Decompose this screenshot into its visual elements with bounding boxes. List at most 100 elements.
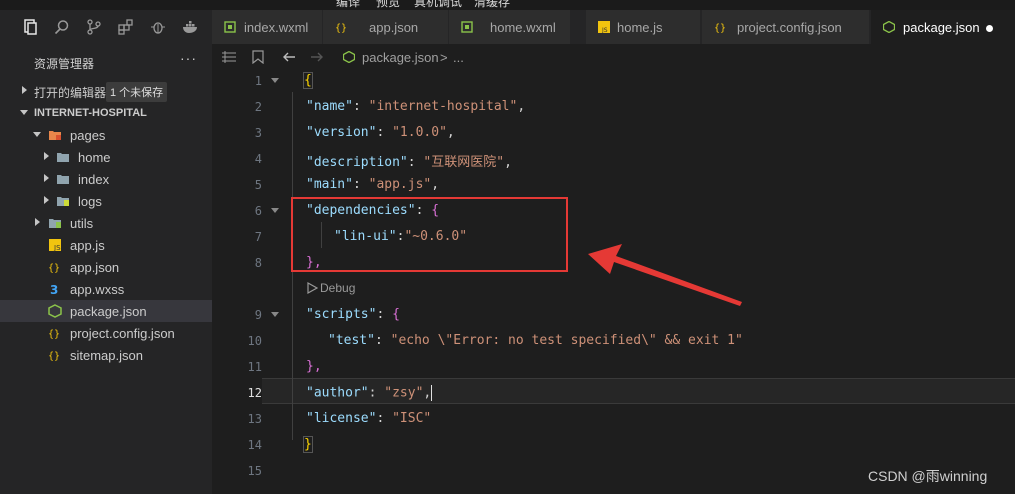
tree-label: app.js bbox=[70, 238, 105, 253]
activity-bar bbox=[0, 10, 212, 44]
chevron-right-icon bbox=[44, 196, 49, 204]
svg-text:{}: {} bbox=[714, 23, 726, 33]
tab-label: app.json bbox=[369, 20, 419, 35]
docker-icon[interactable] bbox=[182, 19, 200, 35]
tree-item-index[interactable]: index bbox=[0, 168, 212, 190]
tree-item-pages[interactable]: pages bbox=[0, 124, 212, 146]
code-line-13: "license": "ISC" bbox=[306, 411, 432, 426]
menu-compile[interactable]: 编译 bbox=[336, 0, 360, 10]
code-line-1: { bbox=[303, 72, 313, 89]
svg-text:{}: {} bbox=[48, 329, 60, 340]
nodejs-file-icon bbox=[48, 304, 62, 318]
breadcrumb-separator: > bbox=[440, 50, 448, 65]
menu-clear-cache[interactable]: 清缓存 bbox=[474, 0, 510, 10]
breadcrumb-more[interactable]: ... bbox=[453, 50, 464, 65]
open-editors-section[interactable]: 打开的编辑器 1 个未保存 bbox=[0, 80, 212, 102]
json-file-icon: {} bbox=[48, 329, 60, 340]
extensions-icon[interactable] bbox=[118, 19, 134, 35]
line-number: 7 bbox=[254, 230, 262, 244]
chevron-right-icon bbox=[22, 86, 27, 94]
search-icon[interactable] bbox=[54, 19, 70, 35]
tab-home-js[interactable]: JS home.js bbox=[586, 10, 701, 44]
line-number: 11 bbox=[247, 360, 262, 374]
css-file-icon: 3 bbox=[50, 283, 58, 296]
tab-home-wxml[interactable]: home.wxml bbox=[449, 10, 571, 44]
folder-utils-icon bbox=[49, 219, 61, 228]
back-arrow-icon[interactable] bbox=[282, 51, 296, 63]
watermark: CSDN @雨winning bbox=[868, 468, 988, 484]
fold-chevron-icon[interactable] bbox=[271, 78, 279, 83]
project-section[interactable]: INTERNET-HOSPITAL bbox=[0, 102, 212, 124]
tab-index-wxml[interactable]: index.wxml bbox=[212, 10, 323, 44]
tab-label: home.js bbox=[617, 20, 663, 35]
tree-label: app.wxss bbox=[70, 282, 125, 297]
unsaved-dot-icon[interactable] bbox=[986, 25, 993, 32]
bookmark-icon[interactable] bbox=[252, 50, 264, 64]
editor-tabs: index.wxml {} app.json home.wxml JS home… bbox=[212, 10, 1015, 44]
text-cursor bbox=[431, 385, 433, 401]
tree-label: app.json bbox=[70, 260, 120, 275]
line-number: 4 bbox=[254, 152, 262, 166]
svg-text:{}: {} bbox=[48, 263, 60, 274]
line-number: 2 bbox=[254, 100, 262, 114]
chevron-down-icon bbox=[20, 110, 28, 115]
tree-item-project-config-json[interactable]: {} project.config.json bbox=[0, 322, 212, 344]
menu-preview[interactable]: 预览 bbox=[376, 0, 400, 10]
chevron-right-icon bbox=[35, 218, 40, 226]
top-menu-bar: 编译 预览 真机调试 清缓存 bbox=[0, 0, 1015, 10]
more-actions-button[interactable]: ··· bbox=[180, 50, 197, 66]
svg-text:{}: {} bbox=[335, 23, 347, 33]
svg-text:JS: JS bbox=[53, 244, 61, 252]
breadcrumb-file[interactable]: package.json bbox=[362, 50, 439, 65]
tree-label: pages bbox=[70, 128, 106, 143]
tree-item-package-json[interactable]: package.json bbox=[0, 300, 212, 322]
json-file-icon: {} bbox=[48, 263, 60, 274]
svg-text:3: 3 bbox=[50, 283, 58, 296]
tab-label: index.wxml bbox=[244, 20, 309, 35]
forward-arrow-icon[interactable] bbox=[310, 51, 324, 63]
tab-label: package.json bbox=[903, 20, 980, 35]
chevron-down-icon bbox=[33, 132, 41, 137]
js-file-icon: JS bbox=[49, 239, 61, 252]
fold-chevron-icon[interactable] bbox=[271, 208, 279, 213]
json-file-icon: {} bbox=[714, 23, 726, 33]
code-line-12: "author": "zsy", bbox=[306, 385, 433, 401]
folder-icon bbox=[57, 153, 69, 162]
tree-item-app-js[interactable]: JS app.js bbox=[0, 234, 212, 256]
code-line-11: }, bbox=[306, 359, 322, 374]
list-icon[interactable] bbox=[222, 51, 236, 63]
run-debug-icon[interactable] bbox=[306, 282, 318, 294]
red-highlight-box bbox=[291, 197, 568, 272]
tree-item-utils[interactable]: utils bbox=[0, 212, 212, 234]
unsaved-badge: 1 个未保存 bbox=[106, 82, 168, 102]
debug-codelens[interactable]: Debug bbox=[320, 281, 355, 295]
code-line-9: "scripts": { bbox=[306, 307, 400, 322]
explorer-icon[interactable] bbox=[22, 19, 38, 35]
tab-project-config-json[interactable]: {} project.config.json bbox=[702, 10, 870, 44]
line-number: 8 bbox=[254, 256, 262, 270]
tab-app-json[interactable]: {} app.json bbox=[323, 10, 449, 44]
wxml-file-icon bbox=[224, 21, 236, 33]
json-file-icon: {} bbox=[48, 351, 60, 362]
red-arrow-icon bbox=[588, 244, 742, 306]
chevron-right-icon bbox=[44, 152, 49, 160]
debug-icon[interactable] bbox=[150, 19, 166, 35]
tree-item-home[interactable]: home bbox=[0, 146, 212, 168]
code-line-5: "main": "app.js", bbox=[306, 177, 440, 192]
tree-item-sitemap-json[interactable]: {} sitemap.json bbox=[0, 344, 212, 366]
folder-open-icon bbox=[49, 131, 61, 140]
code-line-4: "description": "互联网医院", bbox=[306, 155, 512, 170]
source-control-icon[interactable] bbox=[86, 19, 102, 35]
line-number: 9 bbox=[254, 308, 262, 322]
js-file-icon: JS bbox=[598, 21, 610, 33]
explorer-title: 资源管理器 bbox=[34, 57, 95, 71]
svg-text:{}: {} bbox=[48, 351, 60, 362]
tab-package-json[interactable]: package.json bbox=[871, 10, 1015, 44]
tree-item-app-json[interactable]: {} app.json bbox=[0, 256, 212, 278]
fold-chevron-icon[interactable] bbox=[271, 312, 279, 317]
tree-label: index bbox=[78, 172, 110, 187]
tree-item-app-wxss[interactable]: 3 app.wxss bbox=[0, 278, 212, 300]
tree-item-logs[interactable]: logs bbox=[0, 190, 212, 212]
menu-device-debug[interactable]: 真机调试 bbox=[414, 0, 462, 10]
project-label: INTERNET-HOSPITAL bbox=[34, 107, 147, 119]
